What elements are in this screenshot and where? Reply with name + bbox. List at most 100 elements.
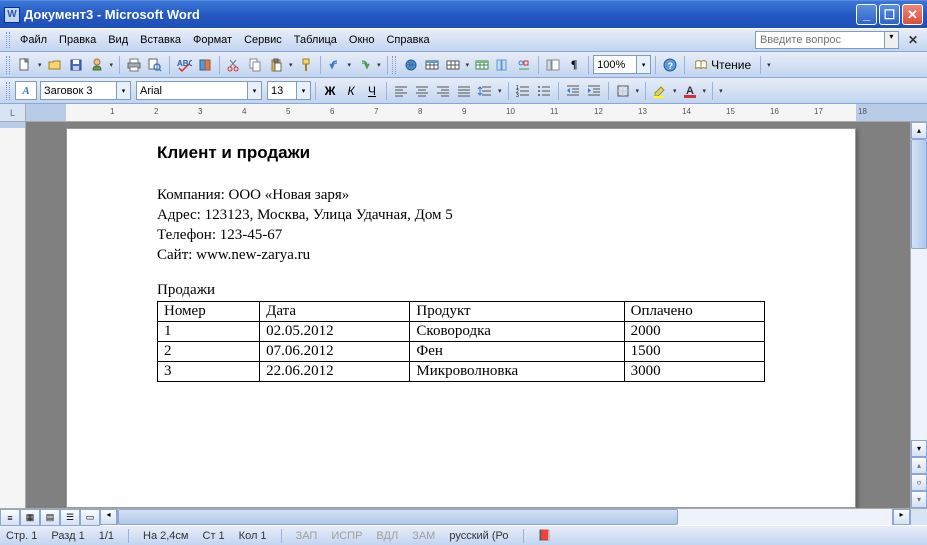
- font-color-dropdown[interactable]: ▾: [701, 87, 709, 95]
- info-line-3[interactable]: Сайт: www.new-zarya.ru: [157, 247, 765, 264]
- menu-table[interactable]: Таблица: [288, 32, 343, 48]
- table-cell[interactable]: 02.05.2012: [260, 322, 410, 342]
- scroll-down-button[interactable]: ▾: [911, 440, 927, 457]
- insert-excel-button[interactable]: [472, 55, 492, 75]
- print-view-button[interactable]: ▤: [40, 509, 60, 526]
- table-header-cell[interactable]: Номер: [158, 302, 260, 322]
- doc-close-button[interactable]: ✕: [905, 33, 921, 47]
- menu-window[interactable]: Окно: [343, 32, 381, 48]
- font-color-button[interactable]: A: [680, 81, 700, 101]
- print-button[interactable]: [124, 55, 144, 75]
- font-input[interactable]: [137, 82, 247, 99]
- show-marks-button[interactable]: ¶: [564, 55, 584, 75]
- maximize-button[interactable]: ☐: [879, 4, 900, 25]
- info-line-2[interactable]: Телефон: 123-45-67: [157, 227, 765, 244]
- print-preview-button[interactable]: [145, 55, 165, 75]
- help-search-input[interactable]: [755, 31, 885, 49]
- font-dropdown[interactable]: ▾: [247, 82, 261, 99]
- underline-button[interactable]: Ч: [362, 81, 382, 101]
- table-cell[interactable]: 2000: [624, 322, 764, 342]
- menu-grip[interactable]: [6, 32, 10, 48]
- permission-dropdown[interactable]: ▾: [108, 61, 116, 69]
- menu-format[interactable]: Формат: [187, 32, 238, 48]
- table-header-cell[interactable]: Оплачено: [624, 302, 764, 322]
- format-grip[interactable]: [6, 82, 10, 100]
- vertical-scrollbar[interactable]: ▴ ▾ ▴ ○ ▾: [910, 122, 927, 508]
- help-search-dropdown[interactable]: ▾: [885, 31, 899, 49]
- toolbar-options[interactable]: ▾: [765, 61, 773, 69]
- line-spacing-dropdown[interactable]: ▾: [496, 87, 504, 95]
- highlight-button[interactable]: [650, 81, 670, 101]
- menu-view[interactable]: Вид: [102, 32, 134, 48]
- spelling-button[interactable]: ABC: [174, 55, 194, 75]
- line-spacing-button[interactable]: [475, 81, 495, 101]
- save-button[interactable]: [66, 55, 86, 75]
- status-trk[interactable]: ИСПР: [331, 530, 362, 542]
- cut-button[interactable]: [224, 55, 244, 75]
- insert-table-button[interactable]: [443, 55, 463, 75]
- paste-button[interactable]: [266, 55, 286, 75]
- read-mode-button[interactable]: Чтение: [689, 55, 756, 75]
- table-header-row[interactable]: НомерДатаПродуктОплачено: [158, 302, 765, 322]
- new-dropdown[interactable]: ▾: [36, 61, 44, 69]
- align-justify-button[interactable]: [454, 81, 474, 101]
- permission-button[interactable]: [87, 55, 107, 75]
- menu-edit[interactable]: Правка: [53, 32, 102, 48]
- next-page-button[interactable]: ▾: [911, 491, 927, 508]
- redo-button[interactable]: [354, 55, 374, 75]
- menu-tools[interactable]: Сервис: [238, 32, 288, 48]
- numbering-button[interactable]: 123: [513, 81, 533, 101]
- undo-dropdown[interactable]: ▾: [346, 61, 354, 69]
- size-combo[interactable]: ▾: [267, 81, 311, 100]
- zoom-input[interactable]: [594, 56, 636, 73]
- help-button[interactable]: ?: [660, 55, 680, 75]
- insert-table-dropdown[interactable]: ▾: [464, 61, 472, 69]
- table-cell[interactable]: 3000: [624, 362, 764, 382]
- toolbar-grip[interactable]: [6, 56, 10, 74]
- table-cell[interactable]: Сковородка: [410, 322, 624, 342]
- redo-dropdown[interactable]: ▾: [375, 61, 383, 69]
- style-picker-button[interactable]: A: [15, 81, 37, 100]
- table-cell[interactable]: 1: [158, 322, 260, 342]
- style-combo[interactable]: ▾: [40, 81, 131, 100]
- close-button[interactable]: ✕: [902, 4, 923, 25]
- toolbar-grip-2[interactable]: [392, 56, 396, 74]
- normal-view-button[interactable]: ≡: [0, 509, 20, 526]
- minimize-button[interactable]: _: [856, 4, 877, 25]
- font-combo[interactable]: ▾: [136, 81, 262, 100]
- menu-file[interactable]: Файл: [14, 32, 53, 48]
- table-cell[interactable]: Фен: [410, 342, 624, 362]
- scroll-track[interactable]: [911, 139, 927, 440]
- size-input[interactable]: [268, 82, 296, 99]
- hscroll-track[interactable]: [117, 509, 893, 525]
- borders-dropdown[interactable]: ▾: [634, 87, 642, 95]
- drawing-button[interactable]: [514, 55, 534, 75]
- prev-page-button[interactable]: ▴: [911, 457, 927, 474]
- highlight-dropdown[interactable]: ▾: [671, 87, 679, 95]
- new-button[interactable]: [15, 55, 35, 75]
- info-line-0[interactable]: Компания: ООО «Новая заря»: [157, 187, 765, 204]
- web-view-button[interactable]: ▦: [20, 509, 40, 526]
- format-toolbar-options[interactable]: ▾: [717, 87, 725, 95]
- vertical-ruler[interactable]: [0, 122, 26, 508]
- document-page[interactable]: Клиент и продажи Компания: ООО «Новая за…: [66, 128, 856, 508]
- document-viewport[interactable]: Клиент и продажи Компания: ООО «Новая за…: [26, 122, 910, 508]
- italic-button[interactable]: К: [341, 81, 361, 101]
- scroll-up-button[interactable]: ▴: [911, 122, 927, 139]
- status-language[interactable]: русский (Ро: [449, 530, 508, 542]
- table-cell[interactable]: 3: [158, 362, 260, 382]
- table-cell[interactable]: Микроволновка: [410, 362, 624, 382]
- ruler-corner[interactable]: L: [0, 104, 26, 121]
- align-left-button[interactable]: [391, 81, 411, 101]
- style-dropdown[interactable]: ▾: [116, 82, 130, 99]
- align-right-button[interactable]: [433, 81, 453, 101]
- table-cell[interactable]: 2: [158, 342, 260, 362]
- hscroll-right-button[interactable]: ▸: [893, 509, 910, 525]
- hscroll-thumb[interactable]: [118, 509, 678, 525]
- style-input[interactable]: [41, 82, 116, 99]
- scroll-thumb[interactable]: [911, 139, 927, 249]
- align-center-button[interactable]: [412, 81, 432, 101]
- table-cell[interactable]: 22.06.2012: [260, 362, 410, 382]
- undo-button[interactable]: [325, 55, 345, 75]
- doc-heading[interactable]: Клиент и продажи: [157, 143, 765, 163]
